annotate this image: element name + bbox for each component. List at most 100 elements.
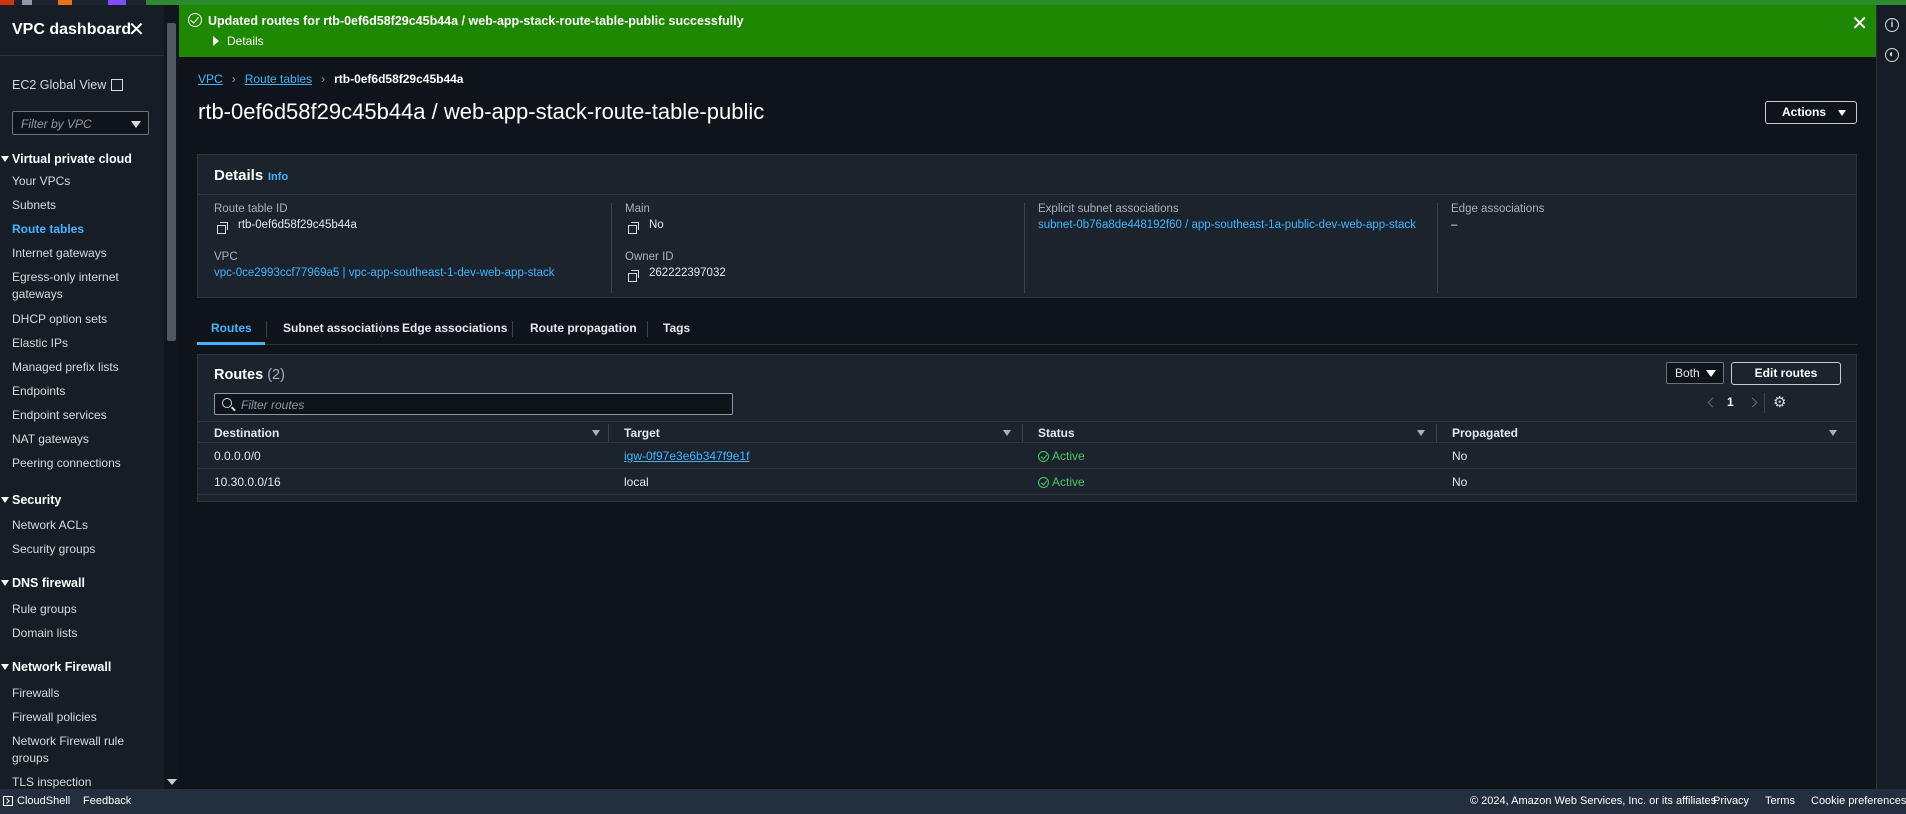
sidebar-item-peering-connections[interactable]: Peering connections (12, 455, 152, 472)
close-icon[interactable]: ✕ (1851, 11, 1868, 36)
status-text: Active (1052, 475, 1085, 489)
column-divider[interactable] (1436, 424, 1437, 442)
cloudshell-icon[interactable] (3, 796, 13, 806)
close-icon[interactable]: ✕ (128, 20, 145, 40)
vpc-link[interactable]: vpc-0ce2993ccf77969a5 | vpc-app-southeas… (214, 267, 555, 279)
breadcrumb: VPC › Route tables › rtb-0ef6d58f29c45b44a (198, 72, 463, 86)
sort-icon[interactable] (592, 430, 600, 436)
details-column-1: Route table ID rtb-0ef6d58f29c45b44a VPC… (198, 203, 608, 293)
tab-tags[interactable]: Tags (663, 321, 690, 335)
sidebar-section-virtual-private-cloud[interactable]: Virtual private cloud (1, 152, 132, 166)
tab-subnet-associations[interactable]: Subnet associations (283, 321, 400, 335)
tab-routes[interactable]: Routes (211, 321, 252, 335)
status-cell: Active (1038, 449, 1085, 463)
sidebar-item-domain-lists[interactable]: Domain lists (12, 625, 152, 642)
copy-icon[interactable] (217, 222, 228, 234)
sidebar-item-elastic-ips[interactable]: Elastic IPs (12, 335, 152, 352)
sidebar-item-security-groups[interactable]: Security groups (12, 541, 152, 558)
sidebar-item-your-vpcs[interactable]: Your VPCs (12, 173, 152, 190)
sidebar-item-ec2-global-view[interactable]: EC2 Global View (12, 77, 124, 92)
sidebar-item-rule-groups[interactable]: Rule groups (12, 601, 152, 618)
gear-icon[interactable]: ⚙ (1773, 395, 1786, 410)
sidebar-item-firewalls[interactable]: Firewalls (12, 685, 152, 702)
sidebar-item-route-tables[interactable]: Route tables (12, 221, 152, 238)
destination-cell: 10.30.0.0/16 (214, 475, 281, 489)
table-header: Destination Target Status Propagated (198, 421, 1856, 443)
sort-icon[interactable] (1829, 430, 1837, 436)
status-text: Active (1052, 449, 1085, 463)
sidebar: VPC dashboard ✕ EC2 Global View Filter b… (0, 5, 164, 789)
sidebar-item-network-acls[interactable]: Network ACLs (12, 517, 152, 534)
copyright-text: © 2024, Amazon Web Services, Inc. or its… (1470, 795, 1720, 807)
column-divider[interactable] (1022, 424, 1023, 442)
sidebar-item-network-firewall-rule-groups[interactable]: Network Firewall rule groups (12, 733, 152, 767)
details-column-4: Edge associations – (1437, 203, 1849, 293)
privacy-link[interactable]: Privacy (1713, 795, 1749, 807)
sort-icon[interactable] (1417, 430, 1425, 436)
chevron-down-icon (131, 121, 141, 128)
pagination-prev-icon[interactable] (1707, 397, 1718, 408)
filter-routes-input[interactable]: Filter routes (214, 393, 733, 415)
breadcrumb-vpc[interactable]: VPC (198, 72, 223, 86)
sidebar-item-internet-gateways[interactable]: Internet gateways (12, 245, 152, 262)
sidebar-scrollbar[interactable] (164, 5, 179, 789)
success-icon (1038, 451, 1049, 462)
propagated-cell: No (1452, 475, 1468, 489)
pagination-current-page[interactable]: 1 (1727, 395, 1734, 409)
sidebar-item-endpoint-services[interactable]: Endpoint services (12, 407, 152, 424)
feedback-link[interactable]: Feedback (83, 795, 131, 807)
routes-title: Routes (2) (214, 367, 285, 383)
sidebar-item-label: EC2 Global View (12, 78, 107, 92)
sidebar-item-firewall-policies[interactable]: Firewall policies (12, 709, 152, 726)
sidebar-title[interactable]: VPC dashboard (12, 21, 131, 39)
column-header-status[interactable]: Status (1038, 426, 1075, 440)
sidebar-item-dhcp-option-sets[interactable]: DHCP option sets (12, 311, 152, 328)
chevron-down-icon (1706, 370, 1716, 377)
help-panel-icon[interactable]: ◐ (1885, 48, 1899, 62)
breadcrumb-route-tables[interactable]: Route tables (245, 72, 312, 86)
pagination-next-icon[interactable] (1747, 397, 1758, 408)
explicit-subnet-associations-label: Explicit subnet associations (1038, 203, 1179, 215)
actions-button[interactable]: Actions (1765, 101, 1857, 124)
scroll-down-arrow-icon[interactable] (167, 779, 177, 785)
sidebar-section-dns-firewall[interactable]: DNS firewall (1, 576, 85, 590)
sidebar-item-managed-prefix-lists[interactable]: Managed prefix lists (12, 359, 152, 376)
filter-by-vpc-select[interactable]: Filter by VPC (12, 111, 149, 135)
info-icon[interactable]: i (1885, 18, 1899, 32)
route-filter-select[interactable]: Both (1666, 362, 1724, 384)
sidebar-item-subnets[interactable]: Subnets (12, 197, 152, 214)
tab-bar: Routes Subnet associations Edge associat… (197, 313, 1857, 345)
copy-icon[interactable] (628, 270, 639, 282)
sort-icon[interactable] (1003, 430, 1011, 436)
info-link[interactable]: Info (268, 171, 288, 183)
terms-link[interactable]: Terms (1765, 795, 1795, 807)
column-header-destination[interactable]: Destination (214, 426, 279, 440)
cookie-preferences-link[interactable]: Cookie preferences (1811, 795, 1906, 807)
sidebar-item-tls-inspection[interactable]: TLS inspection (12, 774, 152, 789)
target-link[interactable]: igw-0f97e3e6b347f9e1f (624, 449, 749, 463)
column-divider[interactable] (608, 424, 609, 442)
propagated-cell: No (1452, 449, 1468, 463)
page-title: rtb-0ef6d58f29c45b44a / web-app-stack-ro… (198, 99, 765, 124)
sidebar-item-egress-only-internet-gateways[interactable]: Egress-only internet gateways (12, 269, 152, 303)
edit-routes-button[interactable]: Edit routes (1731, 362, 1841, 385)
flash-details-label: Details (227, 34, 264, 48)
sidebar-item-endpoints[interactable]: Endpoints (12, 383, 152, 400)
sidebar-section-network-firewall[interactable]: Network Firewall (0, 660, 111, 674)
column-header-propagated[interactable]: Propagated (1452, 426, 1518, 440)
route-filter-select-value: Both (1675, 366, 1700, 380)
actions-label: Actions (1782, 105, 1827, 119)
tab-edge-associations[interactable]: Edge associations (402, 321, 507, 335)
scrollbar-thumb[interactable] (167, 23, 176, 341)
copy-icon[interactable] (628, 222, 639, 234)
column-header-target[interactable]: Target (624, 426, 660, 440)
subnet-link[interactable]: subnet-0b76a8de448192f60 / app-southeast… (1038, 219, 1416, 231)
sidebar-item-nat-gateways[interactable]: NAT gateways (12, 431, 152, 448)
route-table-id-label: Route table ID (214, 203, 288, 215)
cloudshell-link[interactable]: CloudShell (17, 795, 70, 807)
success-icon (1038, 477, 1049, 488)
flash-details-toggle[interactable]: Details (213, 34, 264, 48)
tab-route-propagation[interactable]: Route propagation (530, 321, 637, 335)
sidebar-section-security[interactable]: Security (0, 493, 61, 507)
edge-associations-value: – (1451, 219, 1458, 231)
